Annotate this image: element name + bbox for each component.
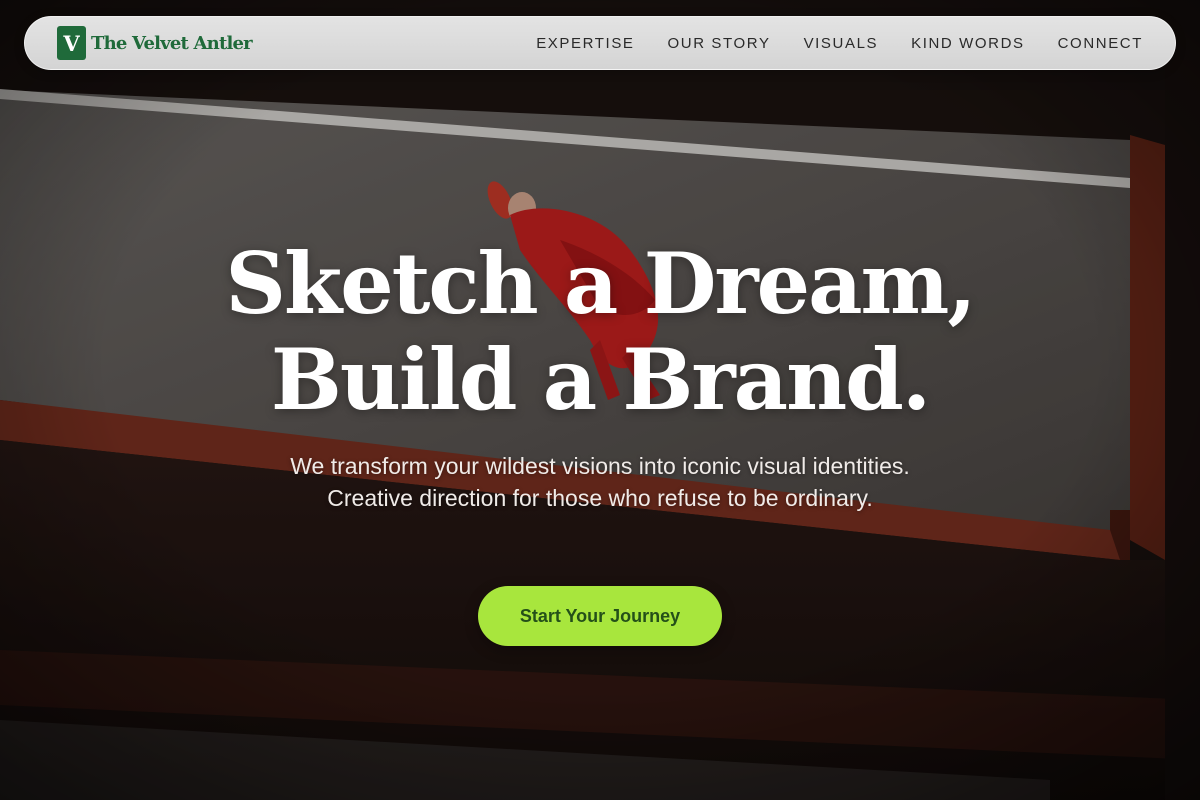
nav-link-visuals[interactable]: VISUALS xyxy=(804,35,879,52)
start-journey-button[interactable]: Start Your Journey xyxy=(478,586,722,646)
top-navigation-bar: V The Velvet Antler EXPERTISE OUR STORY … xyxy=(24,16,1176,70)
nav-links: EXPERTISE OUR STORY VISUALS KIND WORDS C… xyxy=(503,35,1143,52)
hero-headline-line-2: Build a Brand. xyxy=(270,330,931,429)
hero-section: V The Velvet Antler EXPERTISE OUR STORY … xyxy=(0,0,1200,800)
nav-link-kind-words[interactable]: KIND WORDS xyxy=(911,35,1025,52)
hero-headline: Sketch a Dream, Build a Brand. xyxy=(0,236,1200,428)
hero-subtitle: We transform your wildest visions into i… xyxy=(290,453,910,511)
brand-name: The Velvet Antler xyxy=(91,32,253,54)
hero-headline-line-1: Sketch a Dream, xyxy=(225,234,976,333)
logo-mark-icon: V xyxy=(57,26,86,60)
nav-link-connect[interactable]: CONNECT xyxy=(1058,35,1143,52)
brand-logo[interactable]: V The Velvet Antler xyxy=(57,26,253,60)
nav-link-expertise[interactable]: EXPERTISE xyxy=(536,35,634,52)
nav-link-our-story[interactable]: OUR STORY xyxy=(668,35,771,52)
